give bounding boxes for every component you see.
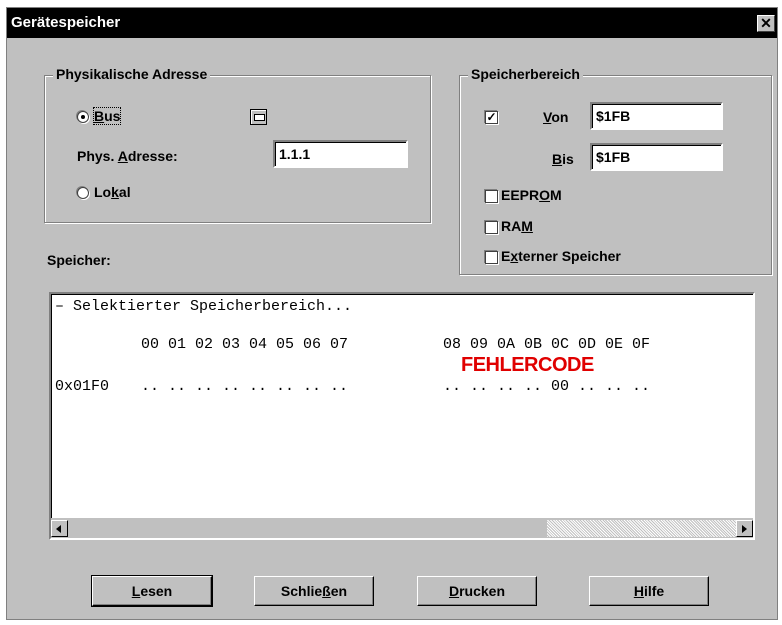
close-button[interactable]: ✕ — [757, 15, 775, 32]
ram-checkbox[interactable] — [485, 221, 498, 234]
lokal-label[interactable]: Lokal — [94, 184, 131, 200]
hex-column-header-low: 00 01 02 03 04 05 06 07 — [141, 336, 349, 353]
external-memory-checkbox[interactable] — [485, 251, 498, 264]
von-checkbox[interactable]: ✓ — [485, 111, 498, 124]
scroll-right-button[interactable] — [736, 520, 753, 537]
phys-address-input[interactable]: 1.1.1 — [273, 140, 408, 168]
bis-input[interactable]: $1FB — [590, 143, 723, 171]
hex-column-header-high: 08 09 0A 0B 0C 0D 0E 0F — [443, 336, 651, 353]
lokal-radio[interactable] — [77, 187, 89, 199]
horizontal-scrollbar[interactable] — [51, 518, 753, 538]
dialog-window: Gerätespeicher ✕ Physikalische Adresse B… — [6, 7, 778, 620]
eeprom-checkbox[interactable] — [485, 190, 498, 203]
row-address: 0x01F0 — [55, 378, 110, 395]
bus-label[interactable]: Bus — [92, 107, 122, 125]
title-bar: Gerätespeicher ✕ — [7, 8, 777, 38]
help-button[interactable]: Hilfe — [589, 576, 709, 606]
phys-address-label: Phys. Adresse: — [77, 148, 178, 164]
ram-label[interactable]: RAM — [501, 218, 533, 234]
bis-label: Bis — [552, 151, 574, 167]
close-icon: ✕ — [760, 15, 772, 31]
print-button[interactable]: Drucken — [417, 576, 537, 606]
read-button[interactable]: Lesen — [91, 575, 213, 607]
checkmark-icon: ✓ — [486, 110, 497, 124]
eeprom-label[interactable]: EEPROM — [501, 187, 562, 203]
von-input[interactable]: $1FB — [590, 102, 723, 130]
device-icon[interactable] — [250, 109, 267, 125]
scroll-track-pattern — [547, 520, 736, 537]
scroll-left-button[interactable] — [51, 520, 68, 537]
von-label: Von — [543, 109, 569, 125]
memory-range-legend: Speicherbereich — [468, 66, 583, 82]
selection-header: – Selektierter Speicherbereich... — [55, 298, 353, 315]
error-code-label: FEHLERCODE — [461, 354, 594, 376]
row-bytes-low: .. .. .. .. .. .. .. .. — [141, 378, 349, 395]
scroll-track[interactable] — [68, 520, 736, 537]
external-memory-label[interactable]: Externer Speicher — [501, 248, 621, 264]
window-title: Gerätespeicher — [11, 14, 121, 31]
memory-label: Speicher: — [47, 252, 111, 268]
bus-radio[interactable] — [77, 111, 89, 123]
close-dialog-button[interactable]: Schließen — [254, 576, 374, 606]
row-bytes-high: .. .. .. .. 00 .. .. .. — [443, 378, 651, 395]
physical-address-legend: Physikalische Adresse — [53, 66, 211, 82]
memory-view[interactable]: – Selektierter Speicherbereich... 00 01 … — [49, 292, 755, 540]
